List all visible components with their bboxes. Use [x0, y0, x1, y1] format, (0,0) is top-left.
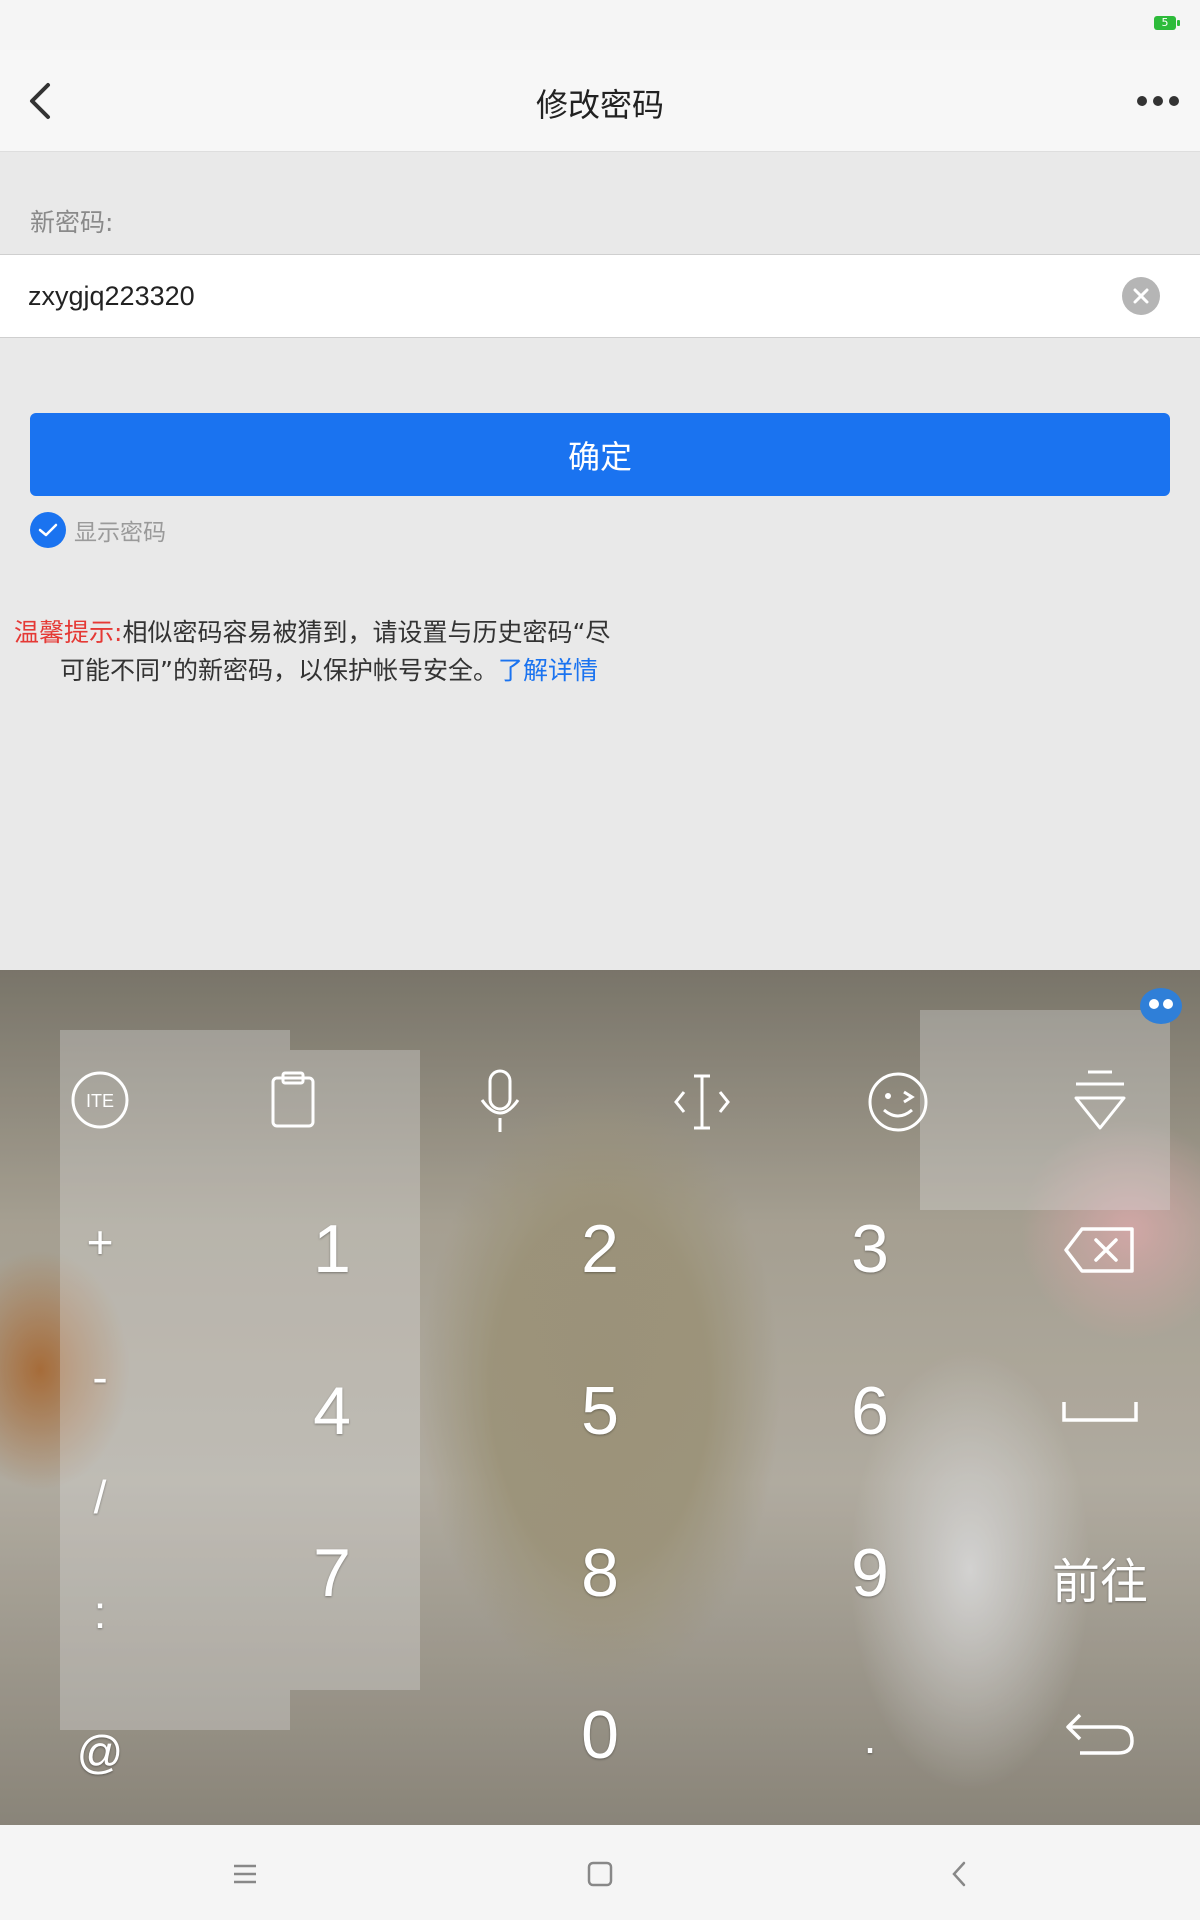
- tip-text: 温馨提示:相似密码容易被猜到，请设置与历史密码“尽 可能不同”的新密码，以保护帐…: [14, 614, 734, 690]
- menu-icon: [234, 1864, 256, 1884]
- tip-label: 温馨提示:: [14, 618, 123, 647]
- key-colon[interactable]: :: [60, 1585, 140, 1639]
- new-password-input[interactable]: [28, 255, 1088, 337]
- key-5[interactable]: 5: [540, 1372, 660, 1450]
- undo-icon[interactable]: [1062, 1705, 1138, 1759]
- key-6[interactable]: 6: [810, 1372, 930, 1450]
- tip-line2: 可能不同”的新密码，以保护帐号安全。: [60, 656, 498, 685]
- microphone-icon[interactable]: [478, 1068, 522, 1136]
- key-1[interactable]: 1: [272, 1210, 392, 1288]
- key-4[interactable]: 4: [272, 1372, 392, 1450]
- page-title: 修改密码: [535, 86, 664, 124]
- key-7[interactable]: 7: [272, 1534, 392, 1612]
- key-9[interactable]: 9: [810, 1534, 930, 1612]
- menu-button[interactable]: [220, 1849, 270, 1899]
- status-bar: 5: [0, 0, 1200, 50]
- new-password-row: [0, 254, 1200, 338]
- hide-keyboard-icon[interactable]: [1072, 1068, 1128, 1134]
- confirm-button[interactable]: 确定: [30, 413, 1170, 496]
- more-horizontal-icon: [1137, 96, 1147, 106]
- nav-back-button[interactable]: [934, 1849, 984, 1899]
- key-slash[interactable]: /: [60, 1470, 140, 1524]
- more-dot: [1153, 96, 1163, 106]
- clipboard-icon[interactable]: [268, 1070, 318, 1130]
- home-button[interactable]: [575, 1849, 625, 1899]
- system-nav-bar: [0, 1825, 1200, 1920]
- tip-line1: 相似密码容易被猜到，请设置与历史密码“尽: [122, 618, 611, 647]
- show-password-label: 显示密码: [74, 520, 166, 546]
- learn-more-link[interactable]: 了解详情: [498, 656, 598, 685]
- header: 修改密码: [0, 50, 1200, 152]
- show-password-toggle[interactable]: 显示密码: [30, 512, 166, 548]
- more-dot: [1169, 96, 1179, 106]
- key-minus[interactable]: -: [60, 1350, 140, 1404]
- key-8[interactable]: 8: [540, 1534, 660, 1612]
- square-icon: [587, 1861, 613, 1887]
- checkbox-checked-icon[interactable]: [30, 512, 66, 548]
- key-2[interactable]: 2: [540, 1210, 660, 1288]
- numeric-keyboard: ITE + - / : @ 1 2 3 4 5 6 7 8 9 0 . 前往: [0, 970, 1200, 1825]
- key-dot[interactable]: .: [830, 1710, 910, 1764]
- battery-icon: 5: [1154, 16, 1180, 30]
- key-at[interactable]: @: [60, 1725, 140, 1779]
- tip-line2-wrap: 可能不同”的新密码，以保护帐号安全。了解详情: [14, 652, 734, 690]
- new-password-label: 新密码:: [30, 208, 114, 237]
- clear-button[interactable]: [1122, 277, 1160, 315]
- keyboard-mascot-icon[interactable]: [1140, 988, 1182, 1024]
- cursor-icon[interactable]: [670, 1070, 734, 1134]
- go-button[interactable]: 前往: [1042, 1542, 1158, 1612]
- emoji-icon[interactable]: [866, 1070, 930, 1134]
- key-0[interactable]: 0: [540, 1696, 660, 1774]
- keyboard-layout-icon[interactable]: ITE: [70, 1070, 130, 1130]
- chevron-left-icon: [952, 1861, 966, 1887]
- key-3[interactable]: 3: [810, 1210, 930, 1288]
- more-button[interactable]: [1128, 86, 1188, 116]
- space-icon[interactable]: [1060, 1396, 1140, 1426]
- key-plus[interactable]: +: [60, 1215, 140, 1269]
- backspace-icon[interactable]: [1062, 1225, 1138, 1275]
- svg-text:ITE: ITE: [86, 1091, 114, 1111]
- clear-circle-icon: [1133, 288, 1149, 304]
